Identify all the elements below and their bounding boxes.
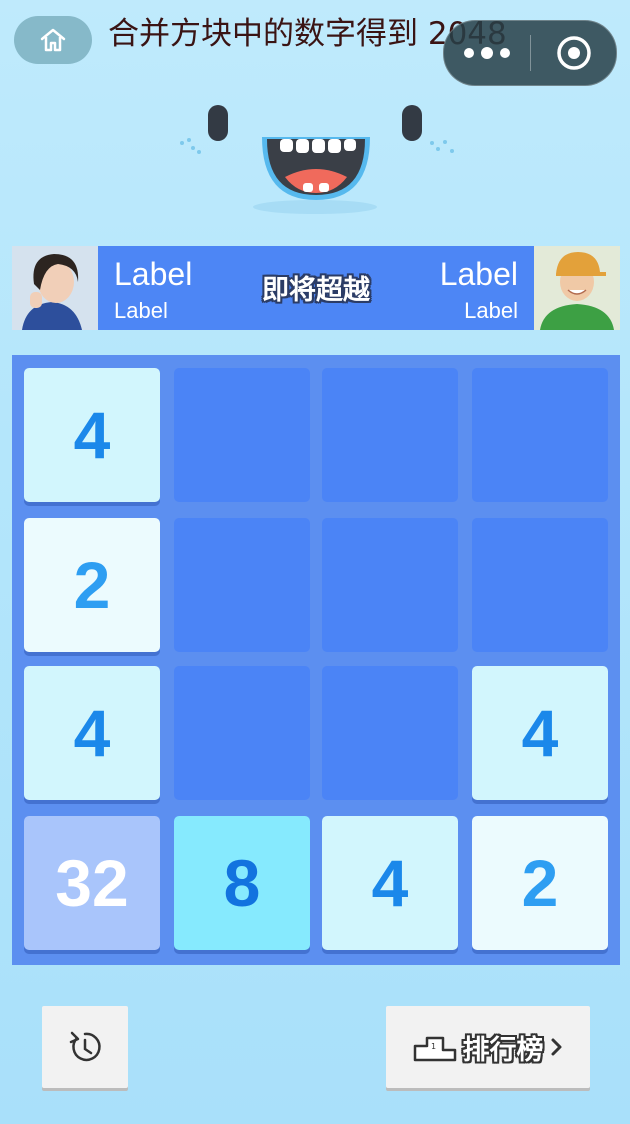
right-player-name: Label [439, 256, 518, 292]
mini-program-capsule [443, 20, 617, 86]
home-icon [40, 28, 66, 52]
leaderboard-label: 排行榜 [462, 1034, 544, 1065]
tile-2: 2 [472, 816, 608, 950]
right-player-avatar [534, 246, 620, 330]
tile-4: 4 [24, 666, 160, 800]
undo-button[interactable] [42, 1006, 128, 1088]
more-dots-icon [464, 48, 474, 58]
tile-4: 4 [24, 368, 160, 502]
empty-cell [174, 368, 310, 502]
right-player-score: Label [464, 298, 518, 323]
empty-cell [472, 368, 608, 502]
rival-bar: Label Label 即将超越 Label Label [12, 246, 620, 330]
home-button[interactable] [14, 16, 92, 64]
close-button[interactable] [531, 21, 616, 85]
empty-cell [322, 518, 458, 652]
tile-4: 4 [322, 816, 458, 950]
tile-8: 8 [174, 816, 310, 950]
empty-cell [472, 518, 608, 652]
surpass-status: 即将超越 [262, 275, 370, 305]
mascot-face-icon [180, 105, 454, 214]
more-button[interactable] [444, 21, 530, 85]
empty-cell [322, 368, 458, 502]
empty-cell [322, 666, 458, 800]
svg-text:1: 1 [431, 1042, 436, 1051]
tile-4: 4 [472, 666, 608, 800]
empty-cell [174, 666, 310, 800]
undo-icon [69, 1031, 101, 1062]
target-close-icon [556, 36, 591, 70]
leaderboard-button[interactable]: 1 排行榜 [386, 1006, 590, 1088]
podium-icon: 1 [413, 1036, 456, 1062]
game-board[interactable]: 4 2 4 4 32 8 4 2 [12, 355, 620, 965]
chevron-right-icon [551, 1038, 561, 1056]
tile-2: 2 [24, 518, 160, 652]
tile-32: 32 [24, 816, 160, 950]
empty-cell [174, 518, 310, 652]
